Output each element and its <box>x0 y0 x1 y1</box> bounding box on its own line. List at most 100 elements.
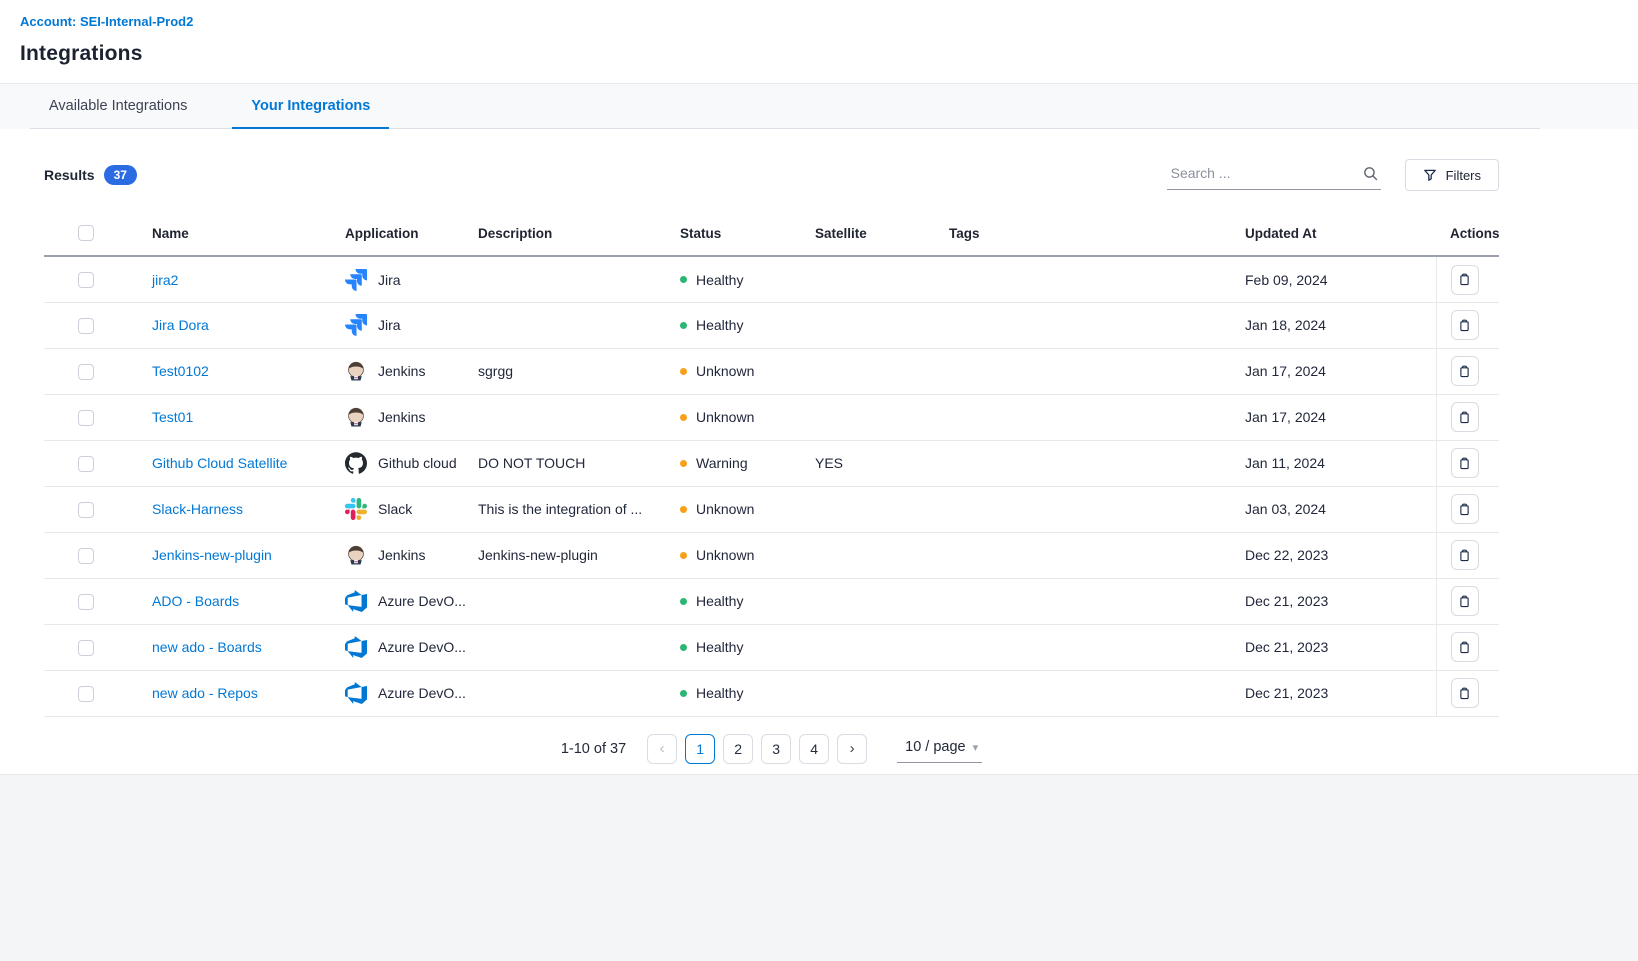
previous-page-button[interactable]: ‹ <box>647 734 677 764</box>
satellite-cell: YES <box>807 440 941 486</box>
application-label: Slack <box>378 501 412 517</box>
trash-icon <box>1457 594 1472 609</box>
satellite-cell <box>807 624 941 670</box>
trash-icon <box>1457 640 1472 655</box>
column-header-satellite: Satellite <box>807 217 941 256</box>
status-dot-icon <box>680 690 687 697</box>
filters-button[interactable]: Filters <box>1405 159 1499 191</box>
page-button-4[interactable]: 4 <box>799 734 829 764</box>
jenkins-icon <box>345 544 367 566</box>
integration-name-link[interactable]: Jenkins-new-plugin <box>152 547 272 563</box>
table-row: Slack-HarnessSlackThis is the integratio… <box>44 486 1499 532</box>
page-button-2[interactable]: 2 <box>723 734 753 764</box>
delete-button[interactable] <box>1451 632 1479 662</box>
application-label: Azure DevO... <box>378 593 466 609</box>
satellite-cell <box>807 670 941 716</box>
updated-at-cell: Feb 09, 2024 <box>1237 256 1436 302</box>
integration-name-link[interactable]: Test0102 <box>152 363 209 379</box>
application-label: Jenkins <box>378 409 425 425</box>
search-input[interactable] <box>1169 164 1362 182</box>
application-label: Github cloud <box>378 455 457 471</box>
status-label: Unknown <box>696 409 754 425</box>
select-all-checkbox[interactable] <box>78 225 94 241</box>
delete-button[interactable] <box>1451 540 1479 570</box>
delete-button[interactable] <box>1451 310 1479 340</box>
page-size-select[interactable]: 10 / page ▾ <box>897 734 982 763</box>
row-checkbox[interactable] <box>78 594 94 610</box>
description-cell <box>470 394 672 440</box>
satellite-cell <box>807 348 941 394</box>
description-cell <box>470 256 672 302</box>
trash-icon <box>1457 456 1472 471</box>
status-badge: Healthy <box>680 685 799 701</box>
azure-devops-icon <box>345 590 367 612</box>
status-badge: Unknown <box>680 547 799 563</box>
delete-button[interactable] <box>1451 265 1479 295</box>
tab-your-integrations[interactable]: Your Integrations <box>232 84 389 129</box>
description-cell <box>470 302 672 348</box>
status-label: Unknown <box>696 363 754 379</box>
application-label: Azure DevO... <box>378 685 466 701</box>
integration-name-link[interactable]: new ado - Boards <box>152 639 262 655</box>
integration-name-link[interactable]: new ado - Repos <box>152 685 258 701</box>
delete-button[interactable] <box>1451 356 1479 386</box>
main-content: Results 37 Filters <box>0 129 1638 775</box>
integration-name-link[interactable]: jira2 <box>152 272 178 288</box>
status-dot-icon <box>680 368 687 375</box>
trash-icon <box>1457 502 1472 517</box>
row-checkbox[interactable] <box>78 456 94 472</box>
integration-name-link[interactable]: Github Cloud Satellite <box>152 455 287 471</box>
page-header: Account: SEI-Internal-Prod2 Integrations <box>0 0 1638 84</box>
row-checkbox[interactable] <box>78 364 94 380</box>
row-checkbox[interactable] <box>78 640 94 656</box>
integration-name-link[interactable]: ADO - Boards <box>152 593 239 609</box>
next-page-button[interactable]: › <box>837 734 867 764</box>
satellite-cell <box>807 486 941 532</box>
column-header-application: Application <box>337 217 470 256</box>
tab-available-integrations[interactable]: Available Integrations <box>30 84 206 129</box>
column-header-updated-at: Updated At <box>1237 217 1436 256</box>
row-checkbox[interactable] <box>78 686 94 702</box>
delete-button[interactable] <box>1451 678 1479 708</box>
account-link[interactable]: Account: SEI-Internal-Prod2 <box>20 14 193 29</box>
slack-icon <box>345 498 367 520</box>
row-checkbox[interactable] <box>78 272 94 288</box>
search-box <box>1167 160 1381 190</box>
tags-cell <box>941 256 1237 302</box>
integration-name-link[interactable]: Jira Dora <box>152 317 209 333</box>
table-row: Github Cloud SatelliteGithub cloudDO NOT… <box>44 440 1499 486</box>
description-cell: sgrgg <box>470 348 672 394</box>
delete-button[interactable] <box>1451 586 1479 616</box>
delete-button[interactable] <box>1451 402 1479 432</box>
tags-cell <box>941 486 1237 532</box>
table-row: Jenkins-new-pluginJenkinsJenkins-new-plu… <box>44 532 1499 578</box>
row-checkbox[interactable] <box>78 410 94 426</box>
jenkins-icon <box>345 406 367 428</box>
updated-at-cell: Dec 21, 2023 <box>1237 578 1436 624</box>
integration-name-link[interactable]: Test01 <box>152 409 193 425</box>
status-label: Healthy <box>696 639 743 655</box>
integration-name-link[interactable]: Slack-Harness <box>152 501 243 517</box>
column-header-actions: Actions <box>1436 217 1499 256</box>
description-cell <box>470 670 672 716</box>
status-badge: Unknown <box>680 409 799 425</box>
delete-button[interactable] <box>1451 494 1479 524</box>
tags-cell <box>941 302 1237 348</box>
status-badge: Healthy <box>680 593 799 609</box>
page-button-3[interactable]: 3 <box>761 734 791 764</box>
trash-icon <box>1457 548 1472 563</box>
pagination: 1-10 of 37 ‹ 1234 › 10 / page ▾ <box>44 717 1499 764</box>
status-dot-icon <box>680 414 687 421</box>
row-checkbox[interactable] <box>78 548 94 564</box>
column-header-name: Name <box>144 217 337 256</box>
page-button-1[interactable]: 1 <box>685 734 715 764</box>
delete-button[interactable] <box>1451 448 1479 478</box>
status-label: Healthy <box>696 317 743 333</box>
updated-at-cell: Dec 21, 2023 <box>1237 670 1436 716</box>
status-label: Warning <box>696 455 748 471</box>
row-checkbox[interactable] <box>78 318 94 334</box>
row-checkbox[interactable] <box>78 502 94 518</box>
table-row: new ado - Repos Azure DevO... Healthy Dec 2… <box>44 670 1499 716</box>
tags-cell <box>941 394 1237 440</box>
satellite-cell <box>807 578 941 624</box>
